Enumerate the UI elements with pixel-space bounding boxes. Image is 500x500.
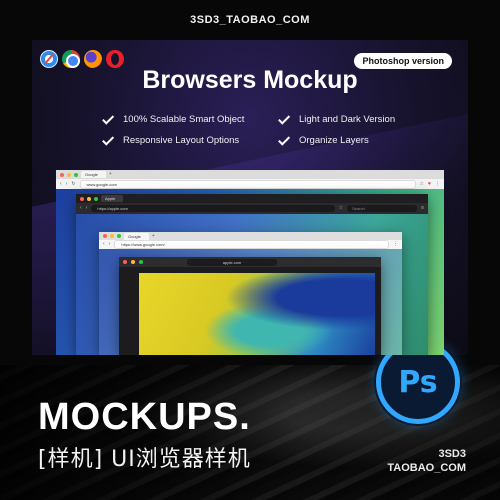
new-tab-icon[interactable]: + (152, 233, 155, 239)
back-icon[interactable]: ‹ (80, 206, 82, 211)
close-dot[interactable] (80, 196, 84, 201)
feature-item: Responsive Layout Options (102, 133, 280, 146)
feature-label: Light and Dark Version (299, 114, 396, 125)
checkmark-icon (102, 112, 115, 125)
bookmark-icon[interactable]: ☆ (339, 206, 343, 211)
zoom-dot[interactable] (139, 260, 143, 264)
tab-bar: Google + (99, 232, 402, 240)
back-icon[interactable]: ‹ (103, 242, 105, 247)
star-icon[interactable]: ☆ (420, 181, 424, 187)
feature-list: 100% Scalable Smart Object Light and Dar… (102, 112, 404, 146)
shop-tag: 3SD3_TAOBAO_COM (190, 14, 310, 26)
address-row: ‹ › ↻ www.google.com ☆ ♥ ⋮ (56, 179, 444, 189)
feature-label: 100% Scalable Smart Object (123, 114, 245, 125)
tab-bar: Google + (56, 170, 444, 179)
zoom-dot[interactable] (74, 172, 78, 177)
feature-label: Responsive Layout Options (123, 135, 240, 146)
page-viewport (119, 267, 381, 355)
address-row: ‹ › https://apple.com ☆ Search ≡ (76, 203, 428, 214)
menu-icon[interactable]: ⋮ (393, 242, 398, 247)
innermost-browser-window: apple.com (119, 257, 381, 355)
banner-subtitle: [样机] UI浏览器样机 (38, 447, 251, 472)
browser-tab[interactable]: Google (81, 171, 106, 178)
minimize-dot[interactable] (110, 234, 114, 238)
checkmark-icon (278, 133, 291, 146)
abstract-artwork (139, 273, 375, 355)
checkmark-icon (102, 133, 115, 146)
photoshop-icon-label: Ps (398, 364, 438, 400)
feature-item: 100% Scalable Smart Object (102, 112, 280, 125)
browser-tab[interactable]: Apple (101, 195, 124, 202)
reload-icon[interactable]: ↻ (71, 181, 75, 187)
hero-panel: Photoshop version Browsers Mockup 100% S… (32, 40, 468, 355)
forward-icon[interactable]: › (86, 206, 88, 211)
zoom-dot[interactable] (94, 196, 98, 201)
feature-item: Light and Dark Version (278, 112, 410, 125)
feature-label: Organize Layers (299, 135, 369, 146)
mockups-title: MOCKUPS. (38, 396, 251, 438)
url-bar[interactable]: https://www.google.com/ (114, 240, 389, 249)
close-dot[interactable] (60, 172, 64, 177)
corner-brand: 3SD3 TAOBAO_COM (387, 447, 466, 475)
menu-icon[interactable]: ≡ (421, 206, 424, 211)
menu-icon[interactable]: ⋮ (435, 181, 440, 187)
close-dot[interactable] (103, 234, 107, 238)
brand-line: TAOBAO_COM (387, 462, 466, 474)
minimize-dot[interactable] (131, 260, 135, 264)
minimize-dot[interactable] (87, 196, 91, 201)
search-input[interactable]: Search (347, 205, 418, 212)
address-row: apple.com (119, 257, 381, 267)
new-tab-icon[interactable]: + (109, 172, 112, 177)
back-icon[interactable]: ‹ (60, 181, 62, 187)
url-bar[interactable]: apple.com (187, 258, 277, 266)
extension-icon[interactable]: ♥ (428, 181, 431, 187)
url-bar[interactable]: https://apple.com (91, 205, 335, 212)
zoom-dot[interactable] (117, 234, 121, 238)
feature-item: Organize Layers (278, 133, 410, 146)
close-dot[interactable] (123, 260, 127, 264)
minimize-dot[interactable] (67, 172, 71, 177)
forward-icon[interactable]: › (109, 242, 111, 247)
address-row: ‹ › https://www.google.com/ ⋮ (99, 240, 402, 249)
tab-bar: Apple (76, 194, 428, 203)
url-bar[interactable]: www.google.com (79, 179, 416, 189)
forward-icon[interactable]: › (66, 181, 68, 187)
browser-window-stack: Google + ‹ › ↻ www.google.com ☆ ♥ ⋮ Appl… (56, 170, 444, 355)
browser-tab[interactable]: Google (124, 232, 149, 240)
checkmark-icon (278, 112, 291, 125)
hero-title: Browsers Mockup (142, 66, 358, 94)
brand-line: 3SD3 (438, 448, 466, 460)
